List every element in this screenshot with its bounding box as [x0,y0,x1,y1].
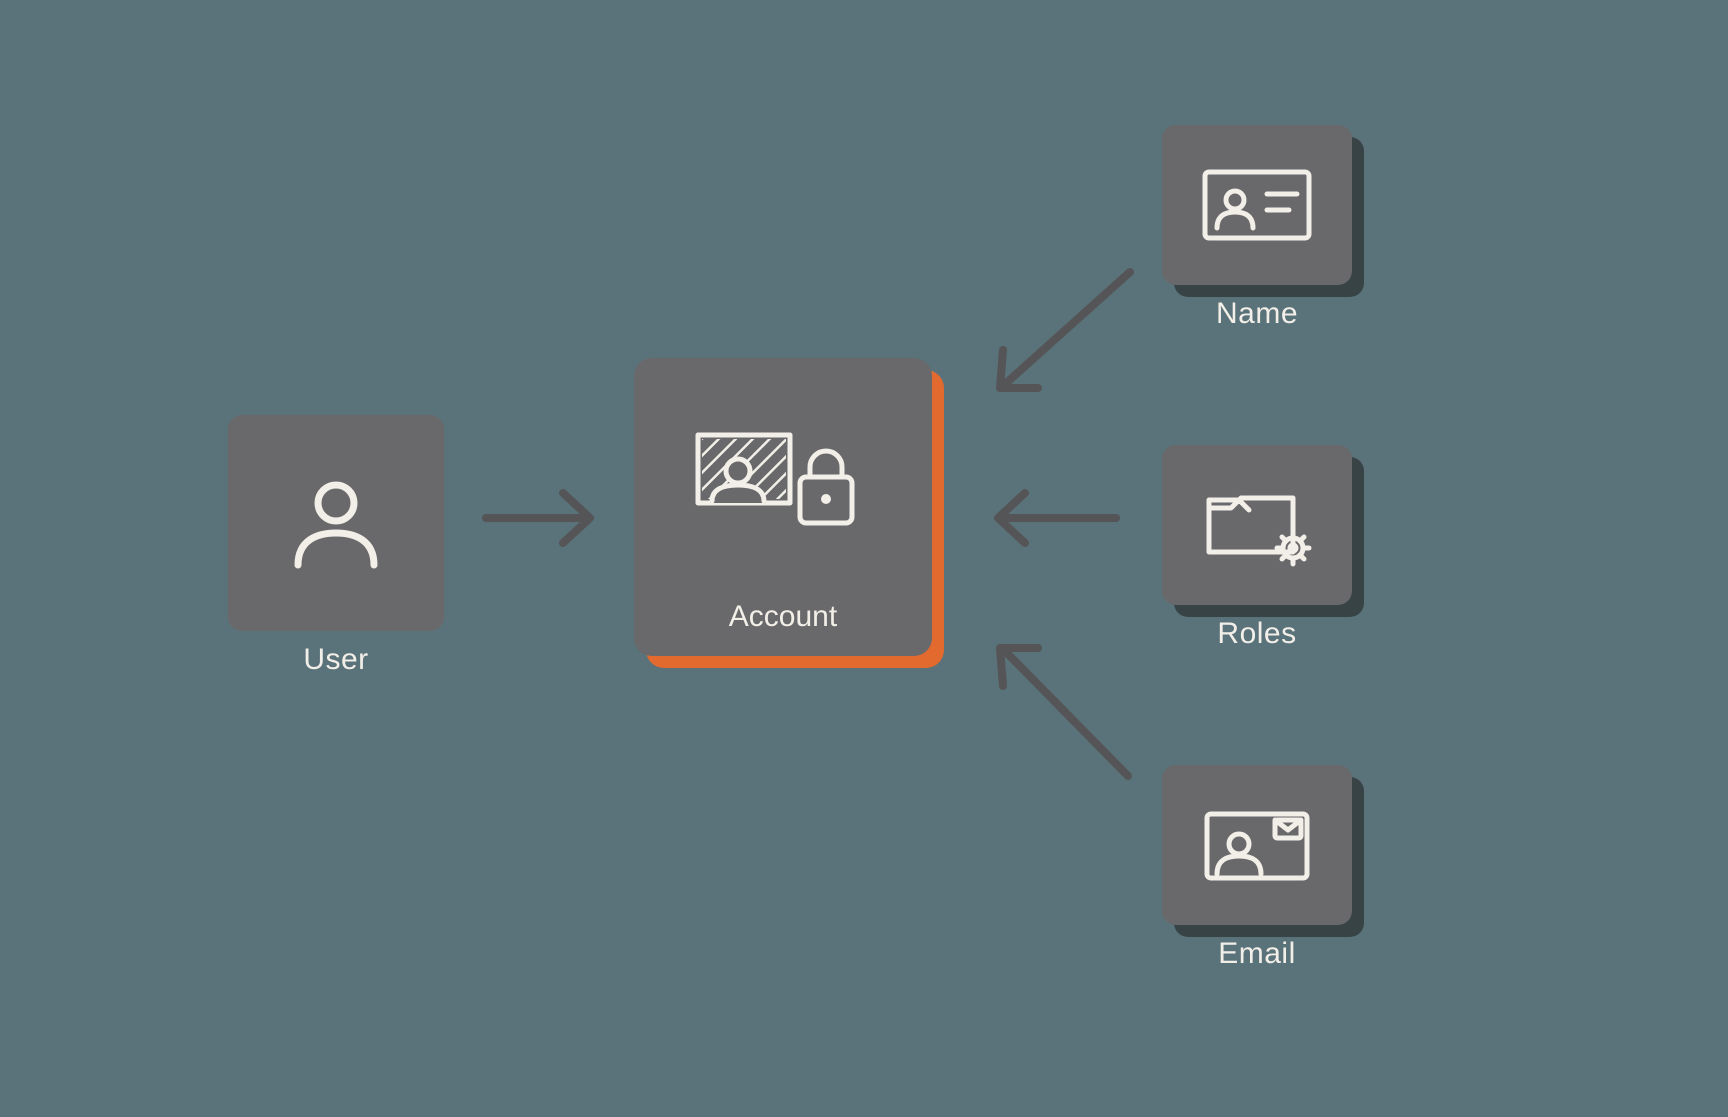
node-user: User [228,415,444,631]
label-roles: Roles [1217,617,1296,651]
arrow-email-to-account [1000,648,1128,776]
tile-name [1162,125,1352,285]
label-name: Name [1216,297,1298,331]
arrow-name-to-account [1000,272,1130,388]
diagram-stage: User [0,0,1728,1117]
label-email: Email [1218,937,1296,971]
tile-account: Account [634,358,932,656]
label-user: User [303,643,368,677]
arrow-user-to-account [486,493,590,543]
label-account: Account [729,600,837,634]
account-lock-icon [688,417,878,567]
node-name: Name [1162,125,1352,285]
arrow-roles-to-account [998,493,1116,543]
user-icon [276,463,396,583]
tile-user [228,415,444,631]
tile-roles [1162,445,1352,605]
id-card-icon [1197,160,1317,250]
email-card-icon [1197,800,1317,890]
folder-gear-icon [1197,478,1317,573]
node-account: Account [634,358,932,656]
node-email: Email [1162,765,1352,925]
tile-email [1162,765,1352,925]
node-roles: Roles [1162,445,1352,605]
